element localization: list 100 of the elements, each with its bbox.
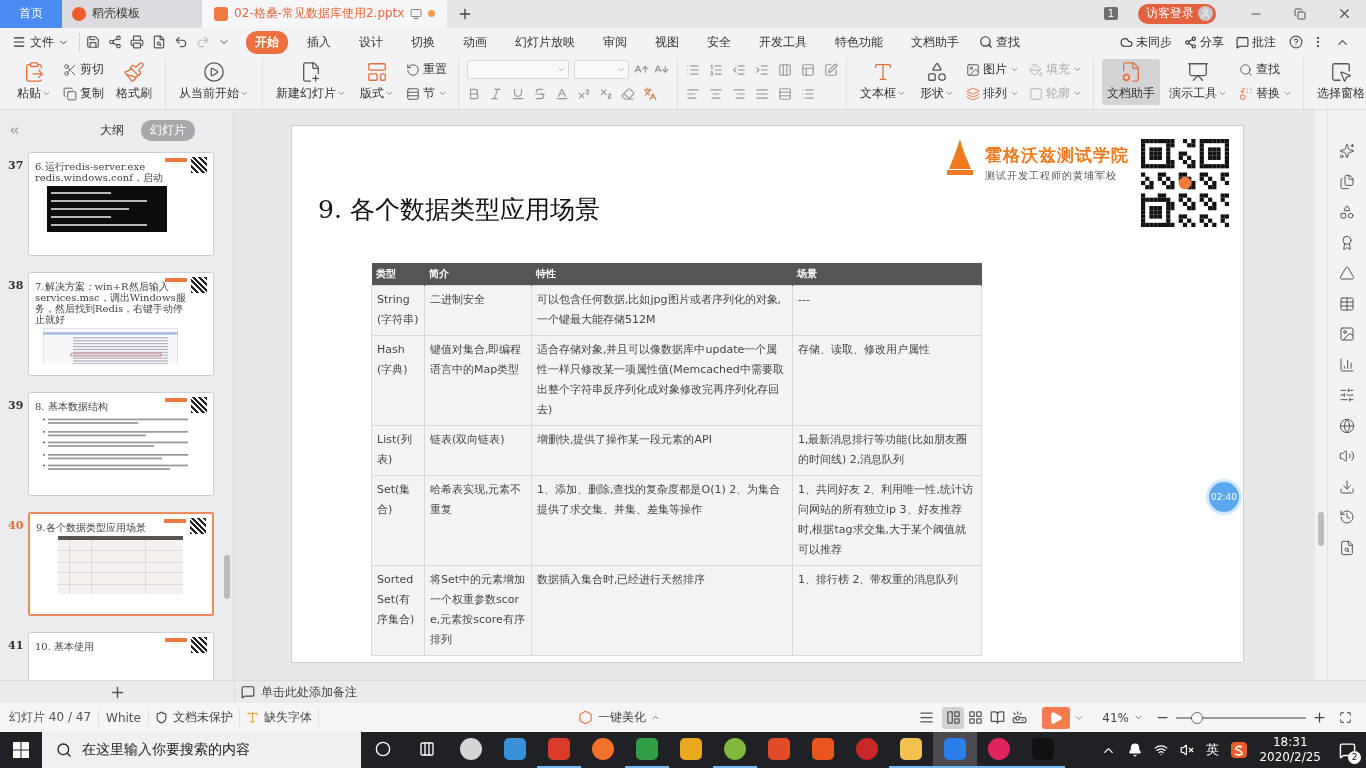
ribbon-button[interactable]: 替换 <box>1236 82 1295 105</box>
italic-icon[interactable] <box>489 86 503 101</box>
play-icon <box>1049 710 1064 725</box>
slide-thumbnail[interactable]: 7.解决方案：win+R然后输入services.msc，调出Windows服务，然后找到Redis，右键手动停止就好 <box>28 272 214 377</box>
ribbon-tab[interactable]: 开发工具 <box>750 30 816 54</box>
zoom-in-icon[interactable] <box>1312 710 1327 726</box>
panel-tab[interactable]: 大纲 <box>91 119 133 141</box>
ribbon-button[interactable]: 选择窗格 <box>1312 58 1366 105</box>
ribbon-button[interactable]: 格式刷 <box>111 58 157 105</box>
comment-button[interactable]: 批注 <box>1231 33 1281 51</box>
view-mode-button[interactable] <box>942 706 965 729</box>
ribbon-button[interactable]: 图片 <box>963 58 1022 81</box>
protection-status[interactable]: 文档未保护 <box>148 708 240 728</box>
font-size-field[interactable] <box>574 60 629 80</box>
ribbon-button[interactable]: 重置 <box>403 58 450 81</box>
play-button[interactable] <box>1042 706 1071 729</box>
superscript-icon[interactable] <box>577 86 591 101</box>
ribbon-tab[interactable]: 切换 <box>402 30 444 54</box>
strikethrough-icon[interactable] <box>533 86 547 101</box>
download-icon[interactable] <box>1339 478 1355 495</box>
subscript-icon[interactable] <box>599 86 613 101</box>
ribbon-tab[interactable]: 动画 <box>454 30 496 54</box>
tab-label: 稻壳模板 <box>92 5 140 23</box>
ribbon-tab[interactable]: 幻灯片放映 <box>506 30 584 54</box>
beautify-button[interactable]: 一键美化 <box>572 708 667 728</box>
ribbon-button[interactable]: 剪切 <box>60 58 107 81</box>
font-color-icon[interactable] <box>555 86 569 101</box>
ribbon-button[interactable]: 版式 <box>355 58 399 105</box>
ribbon-tab[interactable]: 文档助手 <box>902 30 968 54</box>
restore-icon[interactable] <box>1294 7 1306 20</box>
shapes-icon[interactable] <box>1339 204 1355 221</box>
ribbon-tab[interactable]: 审阅 <box>594 30 636 54</box>
file-search-icon[interactable] <box>1339 539 1355 556</box>
sync-button[interactable]: 未同步 <box>1115 33 1177 51</box>
slide-thumbnail[interactable]: 10. 基本使用 <box>28 632 214 681</box>
wifi-icon[interactable] <box>1154 743 1169 758</box>
taskbar-search-field[interactable]: 在这里输入你要搜索的内容 <box>42 732 361 768</box>
triangle-icon[interactable] <box>1339 265 1355 282</box>
ribbon-button[interactable]: 文本框 <box>855 58 911 105</box>
ribbon-button[interactable]: 排列 <box>963 82 1022 105</box>
sliders-icon[interactable] <box>1339 387 1355 404</box>
eraser-icon[interactable] <box>621 86 635 101</box>
ribbon-button[interactable]: 演示工具 <box>1164 58 1232 105</box>
zoom-thumb[interactable] <box>1190 711 1203 724</box>
image-icon[interactable] <box>1339 326 1355 343</box>
slide-thumbnail[interactable]: 9.各个数据类型应用场景 <box>28 512 214 617</box>
zoom-level[interactable]: 41% <box>1096 709 1149 726</box>
fit-window-icon[interactable] <box>1339 711 1352 725</box>
share-button[interactable]: 分享 <box>1179 33 1229 51</box>
slide-thumbnail[interactable]: 8. 基本数据结构 <box>28 392 214 497</box>
section-icon <box>406 86 420 101</box>
sparkles-icon[interactable] <box>1339 143 1355 160</box>
clock[interactable]: 18:31 2020/2/25 <box>1259 735 1321 766</box>
pages-icon[interactable] <box>1339 173 1355 190</box>
ribbon-button[interactable]: 文档助手 <box>1102 58 1160 105</box>
replace-icon <box>1239 86 1253 101</box>
underline-icon[interactable] <box>511 86 525 101</box>
input-method-icon[interactable] <box>1231 742 1248 759</box>
print-preview-icon[interactable] <box>152 35 166 50</box>
ribbon-tab[interactable]: 特色功能 <box>826 30 892 54</box>
presenter-view-icon <box>1011 710 1027 726</box>
font-name-field[interactable] <box>467 60 569 80</box>
undo-icon[interactable] <box>174 35 188 50</box>
ribbon-button[interactable]: 复制 <box>60 82 107 105</box>
award-icon[interactable] <box>1339 234 1355 251</box>
document-tab[interactable]: 稻壳模板 <box>62 0 202 28</box>
presentation-icon <box>1187 61 1209 84</box>
bold-icon[interactable] <box>467 86 481 101</box>
missing-fonts-button[interactable]: 缺失字体 <box>239 708 319 728</box>
history-icon[interactable] <box>1339 509 1355 526</box>
column-header: 场景 <box>792 263 982 286</box>
ribbon-button[interactable]: 新建幻灯片 <box>271 58 351 105</box>
align-text-icon[interactable] <box>824 62 838 77</box>
ribbon-tab[interactable]: 插入 <box>298 30 340 54</box>
ribbon-tab[interactable]: 视图 <box>646 30 688 54</box>
search-button[interactable]: 查找 <box>974 33 1025 51</box>
ribbon-button[interactable]: 节 <box>403 82 450 105</box>
ribbon-tab[interactable]: 设计 <box>350 30 392 54</box>
scrollbar-thumb[interactable] <box>1318 512 1324 547</box>
text-effect-icon[interactable] <box>643 86 657 101</box>
scrollbar-thumb[interactable] <box>224 555 230 600</box>
notes-toggle-icon[interactable] <box>919 710 935 726</box>
chart-icon[interactable] <box>1339 356 1355 373</box>
help-icon[interactable] <box>1289 35 1303 50</box>
globe-icon[interactable] <box>1339 417 1355 434</box>
print-icon[interactable] <box>130 35 144 50</box>
table-icon[interactable] <box>1339 295 1355 312</box>
file-menu[interactable]: 文件 <box>8 33 73 51</box>
ribbon-tab[interactable]: 安全 <box>698 30 740 54</box>
bell-icon[interactable] <box>1128 743 1143 758</box>
window-count[interactable]: 1 <box>1103 7 1118 21</box>
slide-thumbnail[interactable]: 6.运行redis-server.exe redis.windows.conf，启动 <box>28 152 214 257</box>
speaker-icon[interactable] <box>1339 448 1355 465</box>
ribbon-button[interactable]: 查找 <box>1236 58 1295 81</box>
ribbon-button[interactable]: 从当前开始 <box>174 58 254 105</box>
save-icon[interactable] <box>86 35 100 50</box>
input-language[interactable]: 英 <box>1206 741 1220 760</box>
mute-icon[interactable] <box>1180 743 1195 758</box>
ribbon-button[interactable]: 粘贴 <box>12 58 56 105</box>
ribbon-button[interactable]: 形状 <box>915 58 959 105</box>
